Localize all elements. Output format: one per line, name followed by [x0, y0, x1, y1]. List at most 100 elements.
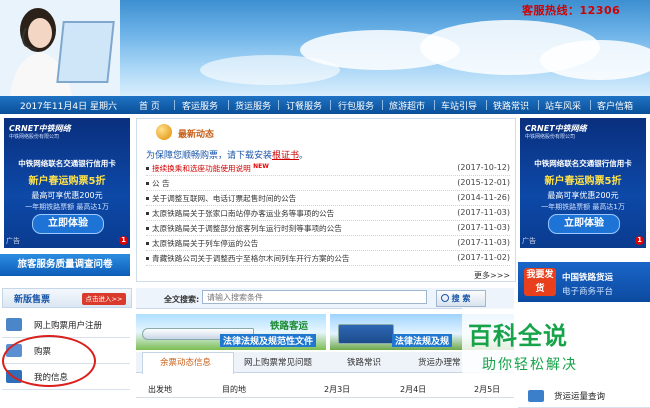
sidebar-item-label: 网上购票用户注册: [34, 321, 103, 331]
nav-divider: [538, 100, 539, 110]
bullet-icon: [146, 212, 149, 215]
credit-card-ad-left[interactable]: CRNET中铁网络 中铁网络股份有限公司 中铁网络联名交通银行信用卡 新户春运购…: [4, 118, 130, 248]
ship-goods-badge[interactable]: 我要发货: [524, 268, 556, 296]
nav-railway-knowledge[interactable]: 铁路常识: [493, 99, 529, 112]
ad-offer: 最高可享优惠200元: [547, 191, 619, 200]
ad-label: 广告: [522, 237, 536, 245]
news-item-date: (2015-12-01): [457, 178, 510, 187]
news-item[interactable]: 接续换乘和选座功能使用说明 NEW (2017-10-12): [146, 163, 510, 176]
sidebar-item-freight-query[interactable]: 货运运量查询: [518, 385, 650, 408]
news-item[interactable]: 太原铁路局关于调整部分旅客列车运行时刻等事项的公告 (2017-11-03): [146, 223, 510, 236]
ad-note: 一年期铁路票额 最高达1万: [25, 203, 109, 211]
new-ticketing-title: 新版售票: [14, 295, 51, 305]
news-item-title[interactable]: 太原铁路局关于列车停运的公告: [152, 238, 258, 249]
watermark-title: 百科全说: [468, 322, 568, 350]
nav-divider: [434, 100, 435, 110]
nav-luggage-service[interactable]: 行包服务: [338, 99, 374, 112]
tab-online-ticket-faq[interactable]: 网上购票常见问题: [244, 356, 312, 368]
news-item-title[interactable]: 接续换乘和选座功能使用说明 NEW: [152, 163, 269, 174]
column-header-origin: 出发地: [148, 385, 172, 394]
locomotive-image: [338, 324, 394, 344]
try-now-button[interactable]: 立即体验: [548, 214, 620, 234]
bullet-icon: [146, 242, 149, 245]
nav-customer-mailbox[interactable]: 客户信箱: [597, 99, 633, 112]
news-item-date: (2014-11-26): [457, 193, 510, 202]
ad-headline: 中铁网络联名交通银行信用卡: [18, 159, 116, 168]
user-register-icon: [6, 318, 22, 331]
notice-text: 为保障您顺畅购票，请下载安装: [146, 151, 273, 161]
ad-close-icon[interactable]: 1: [119, 236, 128, 245]
certificate-notice: 为保障您顺畅购票，请下载安装根证书。: [146, 148, 308, 161]
crnet-logo-subtitle: 中铁网络股份有限公司: [525, 134, 576, 140]
cloud-decoration: [200, 55, 340, 85]
search-button[interactable]: 搜 索: [436, 290, 486, 307]
news-item[interactable]: 公 告 (2015-12-01): [146, 178, 510, 191]
bullet-icon: [146, 257, 149, 260]
nav-divider: [228, 100, 229, 110]
news-item-title[interactable]: 青藏铁路公司关于调整西宁至格尔木间列车开行方案的公告: [152, 253, 349, 264]
customer-hotline: 客服热线：12306: [522, 4, 621, 17]
nav-passenger-service[interactable]: 客运服务: [182, 99, 218, 112]
tab-railway-knowledge[interactable]: 铁路常识: [347, 356, 381, 368]
column-header-date: 2月5日: [474, 385, 501, 394]
passenger-law-banner[interactable]: 铁路客运 法律法规及规范性文件: [136, 314, 326, 350]
bullet-icon: [146, 182, 149, 185]
nav-home[interactable]: 首 页: [139, 99, 160, 112]
news-item-date: (2017-11-03): [457, 223, 510, 232]
ad-offer: 最高可享优惠200元: [31, 191, 103, 200]
credit-card-ad-right[interactable]: CRNET中铁网络 中铁网络股份有限公司 中铁网络联名交通银行信用卡 新户春运购…: [520, 118, 646, 248]
news-item[interactable]: 关于调整互联网、电话订票起售时间的公告 (2014-11-26): [146, 193, 510, 206]
main-nav: 2017年11月4日 星期六 首 页 客运服务 货运服务 订餐服务 行包服务 旅…: [0, 96, 650, 114]
column-header-date: 2月4日: [400, 385, 427, 394]
tab-freight-handling[interactable]: 货运办理常: [418, 356, 461, 368]
ad-headline: 中铁网络联名交通银行信用卡: [534, 159, 632, 168]
news-item[interactable]: 青藏铁路公司关于调整西宁至格尔木间列车开行方案的公告 (2017-11-02): [146, 253, 510, 266]
operator-photo: [0, 0, 120, 96]
nav-divider: [330, 100, 331, 110]
search-label: 全文搜索:: [164, 295, 200, 304]
nav-station-guide[interactable]: 车站引导: [441, 99, 477, 112]
freight-banner-subtitle: 法律法规及规: [392, 334, 453, 347]
nav-divider: [174, 100, 175, 110]
nav-divider: [278, 100, 279, 110]
news-item-title[interactable]: 关于调整互联网、电话订票起售时间的公告: [152, 193, 296, 204]
news-item-title[interactable]: 公 告: [152, 178, 170, 189]
column-header-destination: 目的地: [222, 385, 246, 394]
click-enter-button[interactable]: 点击进入>>: [82, 293, 126, 305]
highlight-circle: [2, 335, 96, 387]
freight-platform-subtitle: 电子商务平台: [562, 287, 614, 297]
news-item[interactable]: 太原铁路局关于列车停运的公告 (2017-11-03): [146, 238, 510, 251]
news-item[interactable]: 太原铁路局关于张家口南站停办客运业务等事项的公告 (2017-11-03): [146, 208, 510, 221]
search-input[interactable]: [202, 290, 427, 304]
news-item-title[interactable]: 太原铁路局关于调整部分旅客列车运行时刻等事项的公告: [152, 223, 342, 234]
news-title: 最新动态: [178, 130, 215, 140]
service-survey-banner[interactable]: 旅客服务质量调查问卷: [0, 254, 130, 276]
root-certificate-link[interactable]: 根证书: [272, 151, 299, 161]
nav-divider: [382, 100, 383, 110]
ad-note: 一年期铁路票额 最高达1万: [541, 203, 625, 211]
ad-label: 广告: [6, 237, 20, 245]
more-news-link[interactable]: 更多>>>: [474, 270, 510, 281]
bullet-icon: [146, 197, 149, 200]
globe-icon: [156, 124, 172, 140]
nav-divider: [590, 100, 591, 110]
nav-divider: [486, 100, 487, 110]
tab-ticket-availability[interactable]: 余票动态信息: [160, 356, 211, 368]
ad-close-icon[interactable]: 1: [635, 236, 644, 245]
new-badge: NEW: [253, 163, 269, 170]
news-item-title[interactable]: 太原铁路局关于张家口南站停办客运业务等事项的公告: [152, 208, 334, 219]
try-now-button[interactable]: 立即体验: [32, 214, 104, 234]
notice-period: 。: [299, 151, 309, 161]
sidebar-item-label: 货运运量查询: [554, 392, 606, 402]
watermark-subtitle: 助你轻松解决: [482, 357, 578, 373]
crnet-logo-subtitle: 中铁网络股份有限公司: [9, 134, 60, 140]
news-item-date: (2017-11-03): [457, 208, 510, 217]
nav-meal-service[interactable]: 订餐服务: [286, 99, 322, 112]
nav-freight-service[interactable]: 货运服务: [235, 99, 271, 112]
passenger-banner-title: 铁路客运: [270, 321, 309, 332]
ad-discount: 新户春运购票5折: [544, 176, 622, 187]
nav-station-style[interactable]: 站车风采: [545, 99, 581, 112]
nav-travel-market[interactable]: 旅游超市: [389, 99, 425, 112]
search-button-label: 搜 索: [451, 294, 471, 303]
sidebar-item-register[interactable]: 网上购票用户注册: [2, 313, 130, 338]
